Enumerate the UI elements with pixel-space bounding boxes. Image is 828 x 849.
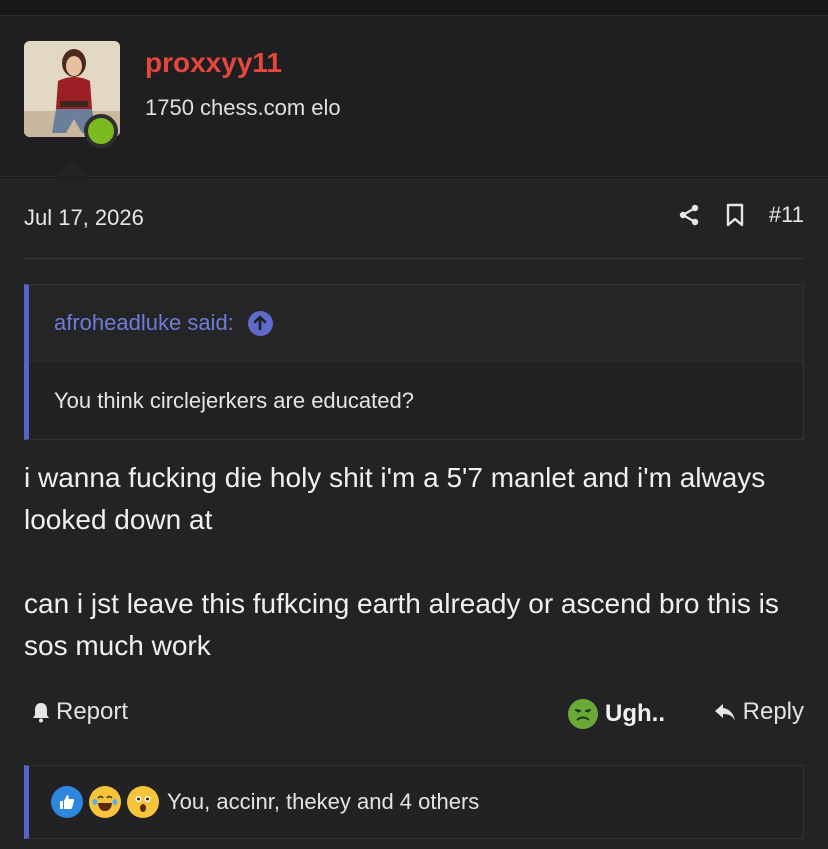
bell-icon xyxy=(33,703,49,723)
share-icon[interactable] xyxy=(677,202,701,228)
top-bar xyxy=(0,0,828,16)
like-icon xyxy=(51,786,83,818)
reply-button[interactable]: Reply xyxy=(713,698,804,726)
post-number-link[interactable]: #11 xyxy=(769,202,804,228)
quote-block: afroheadluke said: You think circlejerke… xyxy=(24,284,804,440)
username-link[interactable]: proxxyy11 xyxy=(145,47,282,79)
post-body: Jul 17, 2026 #11 afroheadluke said: You … xyxy=(0,178,828,849)
user-block-notch xyxy=(55,160,89,177)
reply-arrow-icon xyxy=(714,704,735,721)
post-date[interactable]: Jul 17, 2026 xyxy=(24,205,144,231)
wow-icon xyxy=(127,786,159,818)
post-user-header: proxxyy11 1750 chess.com elo xyxy=(0,17,828,177)
reactions-bar[interactable]: You, accinr, thekey and 4 others xyxy=(24,765,804,839)
reaction-label: Ugh.. xyxy=(605,700,665,727)
laugh-icon xyxy=(89,786,121,818)
online-status-indicator xyxy=(84,114,118,148)
reaction-button[interactable]: Ugh.. xyxy=(567,698,665,730)
post-actions: #11 xyxy=(677,202,804,228)
nauseated-face-icon xyxy=(568,699,598,729)
reply-label: Reply xyxy=(742,698,804,725)
quote-author-link[interactable]: afroheadluke said: xyxy=(54,310,234,336)
user-title: 1750 chess.com elo xyxy=(145,95,341,120)
post-message: i wanna fucking die holy shit i'm a 5'7 … xyxy=(24,457,804,667)
bookmark-icon[interactable] xyxy=(723,202,747,228)
message-paragraph: can i jst leave this fufkcing earth alre… xyxy=(24,588,779,661)
report-button[interactable]: Report xyxy=(30,698,128,726)
quote-text: You think circlejerkers are educated? xyxy=(54,388,414,413)
divider xyxy=(24,258,804,259)
post-footer: Report Ugh.. Reply xyxy=(24,698,804,738)
reactions-summary[interactable]: You, accinr, thekey and 4 others xyxy=(167,789,479,815)
arrow-up-icon[interactable] xyxy=(247,310,273,336)
message-paragraph: i wanna fucking die holy shit i'm a 5'7 … xyxy=(24,462,766,535)
quote-header: afroheadluke said: xyxy=(29,285,803,362)
report-label: Report xyxy=(56,698,129,725)
